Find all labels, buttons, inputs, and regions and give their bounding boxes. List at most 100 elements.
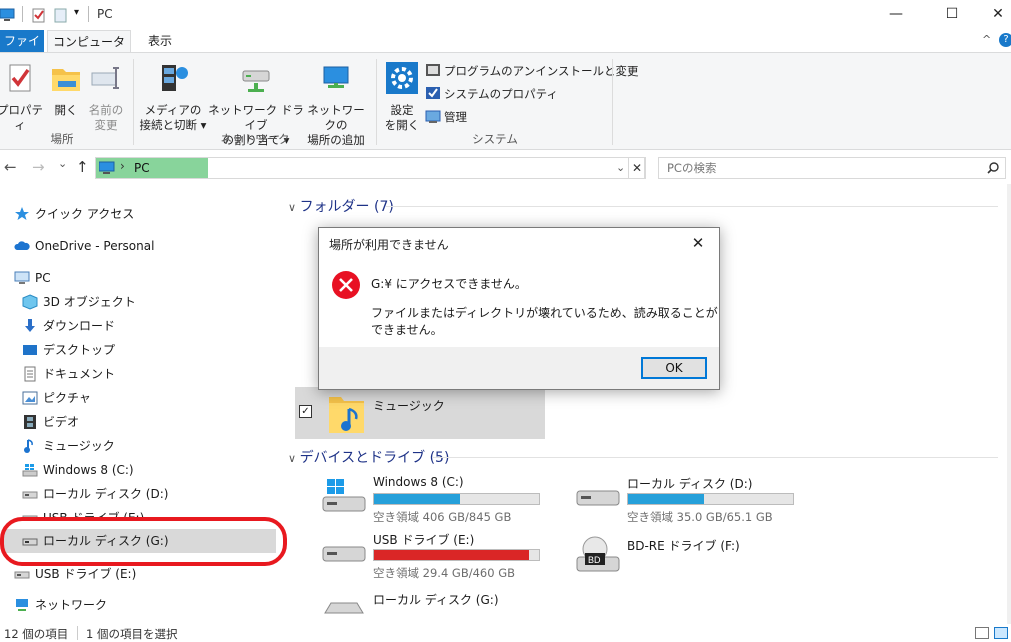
address-bar[interactable]: › PC ⌄ — [95, 157, 645, 179]
media-connect-button[interactable]: メディアの 接続と切断 ▾ — [138, 61, 208, 133]
error-icon — [332, 271, 360, 299]
manage-button[interactable]: 管理 — [425, 107, 467, 127]
search-input[interactable]: PCの検索 — [658, 157, 1006, 179]
folders-section-header[interactable]: ∨ フォルダー (7) — [288, 196, 394, 216]
item-count: 12 個の項目 — [4, 627, 69, 641]
stop-icon[interactable]: ✕ — [628, 157, 646, 179]
drive-tile-f[interactable]: BD BD-RE ドライブ (F:) — [575, 529, 815, 581]
uninstall-label: プログラムのアンインストールと変更 — [444, 64, 639, 78]
system-properties-icon — [425, 85, 441, 101]
details-view-icon[interactable] — [975, 627, 989, 639]
open-button[interactable]: 開く — [48, 61, 84, 118]
add-location-label-2: 場所の追加 — [307, 133, 365, 147]
sidebar-item-3d-objects[interactable]: 3D オブジェクト — [22, 291, 136, 313]
music-folder-icon — [329, 397, 364, 433]
drive-tile-c[interactable]: Windows 8 (C:) 空き領域 406 GB/845 GB — [321, 473, 561, 525]
sidebar-item-desktop[interactable]: デスクトップ — [22, 339, 115, 361]
minimize-button[interactable]: — — [873, 0, 919, 30]
sidebar-item-music[interactable]: ミュージック — [22, 435, 115, 457]
open-label: 開く — [54, 103, 78, 117]
recent-locations-icon[interactable]: ⌄ — [58, 157, 67, 170]
collapse-ribbon-icon[interactable]: ^ — [982, 33, 991, 46]
dialog-message-detail: ファイルまたはディレクトリが壊れているため、読み取ることができません。 — [371, 306, 718, 337]
dialog-close-button[interactable]: ✕ — [683, 230, 713, 256]
windows-drive-icon — [322, 479, 366, 512]
new-folder-quick-icon[interactable] — [54, 7, 68, 23]
properties-quick-icon[interactable] — [32, 7, 46, 23]
divider — [376, 59, 377, 145]
drive-usage-bar — [373, 493, 540, 505]
sidebar-item-onedrive[interactable]: OneDrive - Personal — [14, 235, 154, 257]
dialog-button-area: OK — [319, 347, 719, 389]
media-label-1: メディアの — [144, 103, 202, 117]
uninstall-icon — [425, 62, 441, 78]
divider — [22, 6, 23, 22]
checkbox[interactable]: ✓ — [299, 405, 312, 418]
cube-icon — [22, 294, 38, 310]
media-label-2: 接続と切断 ▾ — [139, 118, 207, 132]
sidebar-item-downloads[interactable]: ダウンロード — [22, 315, 115, 337]
sidebar-item-quick-access[interactable]: クイック アクセス — [14, 203, 134, 225]
vertical-scrollbar[interactable] — [1007, 184, 1011, 624]
path-separator: › — [120, 159, 125, 173]
properties-button[interactable]: プロパティ — [0, 61, 46, 133]
drive-free-space: 空き領域 406 GB/845 GB — [373, 510, 512, 524]
drive-usage-fill — [374, 494, 460, 504]
tiles-view-icon[interactable] — [994, 627, 1008, 639]
rename-button[interactable]: 名前の 変更 — [86, 61, 126, 133]
drive-icon — [22, 486, 38, 502]
window-title: PC — [97, 7, 113, 21]
tab-file[interactable]: ファイル — [0, 30, 44, 70]
uninstall-programs-button[interactable]: プログラムのアンインストールと変更 — [425, 61, 638, 81]
drive-icon — [576, 490, 620, 506]
pc-icon[interactable] — [0, 7, 16, 23]
sidebar-item-pictures[interactable]: ピクチャ — [22, 387, 91, 409]
up-arrow-icon[interactable]: ↑ — [76, 158, 89, 176]
dialog-message-primary: G:¥ にアクセスできません。 — [371, 277, 527, 291]
media-icon — [162, 65, 188, 91]
add-network-location-button[interactable]: ネットワークの 場所の追加 — [302, 61, 370, 148]
sidebar-item-documents[interactable]: ドキュメント — [22, 363, 115, 385]
tab-view[interactable]: 表示 — [140, 30, 180, 52]
address-dropdown-icon[interactable]: ⌄ — [616, 161, 625, 174]
help-icon[interactable]: ? — [999, 33, 1011, 47]
sidebar-item-drive-c[interactable]: Windows 8 (C:) — [22, 459, 134, 481]
red-highlight-ring — [0, 517, 287, 566]
tab-computer[interactable]: コンピューター — [47, 30, 131, 71]
customize-quick-access-icon[interactable]: ▾ — [74, 7, 79, 18]
title-bar: ▾ PC — ☐ ✕ — [0, 0, 1011, 30]
music-folder-label: ミュージック — [373, 399, 445, 413]
manage-label: 管理 — [444, 110, 467, 124]
back-arrow-icon[interactable]: ← — [4, 158, 17, 176]
drive-tile-e[interactable]: USB ドライブ (E:) 空き領域 29.4 GB/460 GB — [321, 529, 561, 581]
navigation-bar: ← → ⌄ ↑ › PC ⌄ ✕ PCの検索 — [0, 150, 1011, 184]
open-settings-button[interactable]: 設定 を開く — [382, 61, 422, 133]
settings-label-1: 設定 — [390, 103, 414, 117]
drive-free-space: 空き領域 29.4 GB/460 GB — [373, 566, 515, 580]
sidebar-item-usb-e[interactable]: USB ドライブ (E:) — [14, 563, 136, 585]
sidebar-item-drive-d[interactable]: ローカル ディスク (D:) — [22, 483, 168, 505]
address-path[interactable]: PC — [134, 161, 150, 175]
sidebar-item-pc[interactable]: PC — [14, 267, 51, 289]
close-button[interactable]: ✕ — [975, 0, 1011, 30]
status-bar: 12 個の項目 1 個の項目を選択 — [0, 624, 1011, 642]
system-properties-button[interactable]: システムのプロパティ — [425, 84, 558, 104]
picture-icon — [22, 390, 38, 406]
devices-section-header[interactable]: ∨ デバイスとドライブ (5) — [288, 447, 449, 467]
rename-label-1: 名前の — [88, 103, 124, 117]
divider — [612, 59, 613, 145]
windows-drive-icon — [22, 462, 38, 478]
music-folder-tile[interactable]: ✓ ミュージック — [295, 387, 545, 439]
drive-tile-d[interactable]: ローカル ディスク (D:) 空き領域 35.0 GB/65.1 GB — [575, 473, 815, 525]
download-icon — [22, 318, 38, 334]
group-label-system: システム — [472, 132, 518, 146]
ok-button[interactable]: OK — [641, 357, 707, 379]
drive-name: Windows 8 (C:) — [373, 475, 464, 489]
forward-arrow-icon[interactable]: → — [32, 158, 45, 176]
sidebar-item-network[interactable]: ネットワーク — [14, 594, 107, 616]
chevron-down-icon: ∨ — [288, 201, 300, 214]
system-properties-label: システムのプロパティ — [444, 87, 558, 101]
maximize-button[interactable]: ☐ — [929, 0, 975, 30]
group-label-network: ネットワーク — [220, 132, 290, 146]
sidebar-item-videos[interactable]: ビデオ — [22, 411, 79, 433]
